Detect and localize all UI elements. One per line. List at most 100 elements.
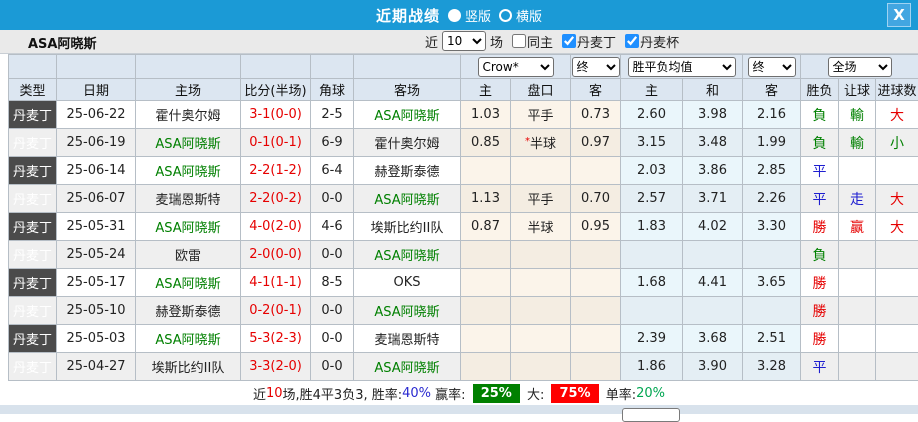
cell-away-team: ASA阿晓斯: [354, 353, 461, 381]
cell-odds-home: [461, 157, 511, 185]
radio-selected-icon: [448, 9, 461, 22]
summary-segment: 近: [253, 384, 266, 403]
cell-handicap: [511, 325, 571, 353]
odds-company-select[interactable]: Crow*: [478, 57, 554, 77]
table-row: 丹麦丁25-05-10赫登斯泰德0-2(0-1)0-0ASA阿晓斯勝: [9, 297, 918, 325]
col-header-win: 主: [621, 79, 683, 101]
cell-home-team: ASA阿晓斯: [136, 269, 241, 297]
col-header-result-wdl: 胜负: [801, 79, 839, 101]
cell-lose-odds: 2.26: [743, 185, 801, 213]
col-header-away: 客场: [354, 79, 461, 101]
cell-win-odds: 1.68: [621, 269, 683, 297]
summary-segment: 大:: [523, 384, 549, 403]
cell-odds-home: [461, 269, 511, 297]
cell-result-handicap: 輸: [839, 101, 876, 129]
cell-result-handicap: [839, 353, 876, 381]
cell-result-wdl: 負: [801, 129, 839, 157]
same-home-label[interactable]: 同主: [527, 32, 553, 51]
cell-away-team: ASA阿晓斯: [354, 297, 461, 325]
cell-result-wdl: 勝: [801, 269, 839, 297]
cell-result-wdl: 平: [801, 353, 839, 381]
cell-result-goals: [876, 269, 918, 297]
cell-home-team: ASA阿晓斯: [136, 129, 241, 157]
cell-date: 25-06-14: [57, 157, 136, 185]
cell-corner: 6-4: [311, 157, 354, 185]
cell-win-odds: 2.03: [621, 157, 683, 185]
cell-home-team: 霍什奥尔姆: [136, 101, 241, 129]
cell-odds-away: [571, 353, 621, 381]
radio-vertical-label: 竖版: [465, 6, 491, 25]
cell-lose-odds: [743, 241, 801, 269]
radio-unselected-icon: [499, 9, 512, 22]
wdl-final-select[interactable]: 终: [748, 57, 796, 77]
cell-home-team: 赫登斯泰德: [136, 297, 241, 325]
cell-odds-away: [571, 269, 621, 297]
cell-home-team: 欧雷: [136, 241, 241, 269]
cell-score: 0-2(0-1): [241, 297, 311, 325]
select-header-row: Crow* 终 胜平负均值 终 全场: [9, 55, 918, 79]
league-label[interactable]: 丹麦丁: [577, 32, 616, 51]
cell-result-goals: 大: [876, 101, 918, 129]
close-button[interactable]: X: [887, 3, 911, 27]
cell-score: 4-0(2-0): [241, 213, 311, 241]
col-header-lose: 客: [743, 79, 801, 101]
same-home-checkbox[interactable]: [512, 34, 526, 48]
scope-select[interactable]: 全场: [828, 57, 892, 77]
match-count-select[interactable]: 10: [442, 31, 486, 51]
cell-away-team: 霍什奥尔姆: [354, 129, 461, 157]
cell-result-goals: [876, 297, 918, 325]
cell-date: 25-05-31: [57, 213, 136, 241]
header-spacer: [354, 55, 461, 79]
wdl-mean-cell: 胜平负均值: [621, 55, 743, 79]
header-spacer: [57, 55, 136, 79]
cell-result-wdl: 勝: [801, 213, 839, 241]
cell-result-goals: [876, 241, 918, 269]
cell-handicap: 平手: [511, 101, 571, 129]
cell-lose-odds: 2.85: [743, 157, 801, 185]
cell-odds-away: [571, 297, 621, 325]
cell-date: 25-04-27: [57, 353, 136, 381]
pagination-select-cutoff[interactable]: [622, 408, 680, 422]
cell-win-odds: [621, 241, 683, 269]
cup-label[interactable]: 丹麦杯: [640, 32, 679, 51]
cup-checkbox[interactable]: [625, 34, 639, 48]
layout-radio-horizontal[interactable]: 横版: [499, 6, 542, 25]
table-row: 丹麦丁25-06-22霍什奥尔姆3-1(0-0)2-5ASA阿晓斯1.03平手0…: [9, 101, 918, 129]
cell-result-goals: [876, 353, 918, 381]
cell-result-handicap: [839, 241, 876, 269]
cell-draw-odds: 4.41: [683, 269, 743, 297]
header-spacer: [241, 55, 311, 79]
col-header-odds-home: 主: [461, 79, 511, 101]
summary-bar: 近10场,胜4平3负3, 胜率:40% 赢率: 25% 大: 75% 单率:20…: [0, 381, 918, 405]
titlebar: 近期战绩 竖版 横版 X: [0, 0, 918, 30]
cell-lose-odds: 3.28: [743, 353, 801, 381]
table-row: 丹麦丁25-06-14ASA阿晓斯2-2(1-2)6-4赫登斯泰德2.033.8…: [9, 157, 918, 185]
cell-score: 2-2(1-2): [241, 157, 311, 185]
cell-score: 3-3(2-0): [241, 353, 311, 381]
cell-result-handicap: 輸: [839, 129, 876, 157]
summary-segment: 75%: [551, 384, 598, 403]
odds-final-select[interactable]: 终: [572, 57, 620, 77]
scope-cell: 全场: [801, 55, 918, 79]
cell-handicap: *半球: [511, 129, 571, 157]
cell-odds-away: 0.70: [571, 185, 621, 213]
header-spacer: [136, 55, 241, 79]
column-header-row: 类型 日期 主场 比分(半场) 角球 客场 主 盘口 客 主 和 客 胜负 让球…: [9, 79, 918, 101]
table-row: 丹麦丁25-05-24欧雷2-0(0-0)0-0ASA阿晓斯負: [9, 241, 918, 269]
results-table: Crow* 终 胜平负均值 终 全场: [8, 54, 918, 381]
cell-lose-odds: 3.30: [743, 213, 801, 241]
cell-odds-away: 0.95: [571, 213, 621, 241]
cell-home-team: ASA阿晓斯: [136, 157, 241, 185]
cell-type: 丹麦丁: [9, 325, 57, 353]
col-header-type: 类型: [9, 79, 57, 101]
wdl-mean-select[interactable]: 胜平负均值: [628, 57, 736, 77]
cell-date: 25-06-07: [57, 185, 136, 213]
header-spacer: [9, 55, 57, 79]
layout-radio-vertical[interactable]: 竖版: [448, 6, 491, 25]
cell-away-team: 赫登斯泰德: [354, 157, 461, 185]
league-checkbox[interactable]: [562, 34, 576, 48]
cell-result-wdl: 負: [801, 101, 839, 129]
results-tbody: 丹麦丁25-06-22霍什奥尔姆3-1(0-0)2-5ASA阿晓斯1.03平手0…: [9, 101, 918, 381]
cell-draw-odds: [683, 241, 743, 269]
filterbar: ASA阿晓斯 近 10 场 同主 丹麦丁 丹麦杯: [0, 30, 918, 54]
